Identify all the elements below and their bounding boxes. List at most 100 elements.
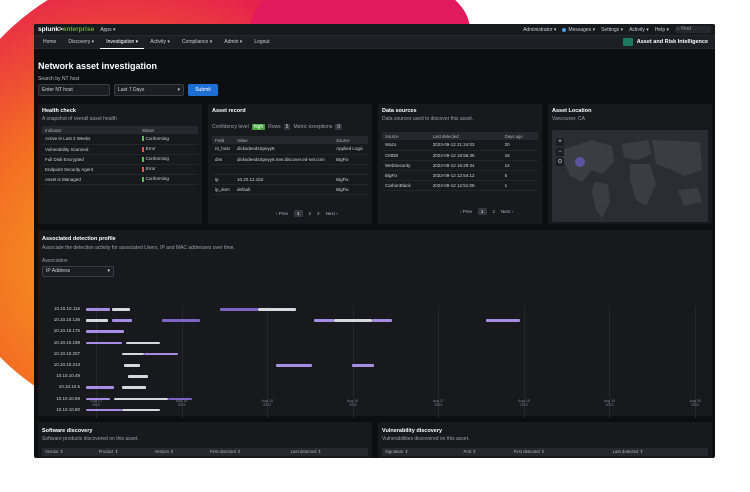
app-title: Asset and Risk Intelligence xyxy=(622,38,712,46)
col-header[interactable]: Field xyxy=(212,136,234,144)
page-button[interactable]: 1 xyxy=(294,210,303,217)
col-header[interactable]: Source xyxy=(333,136,368,144)
col-header[interactable]: First detected ⇕ xyxy=(206,448,288,456)
detection-bar[interactable] xyxy=(86,341,122,345)
field-cell xyxy=(212,164,234,175)
status-indicator xyxy=(142,156,144,162)
zoom-out-button[interactable]: − xyxy=(556,148,564,156)
table-row: Endpoint Security Agent Error xyxy=(42,164,198,175)
detection-bar[interactable] xyxy=(122,386,146,389)
detection-bar[interactable] xyxy=(126,341,160,345)
status-text: Conforming xyxy=(145,176,169,182)
days-ago-cell: 18 xyxy=(501,150,538,161)
last-detected-cell: 2023-09-12 16:56:35 xyxy=(429,150,502,161)
value-cell xyxy=(233,164,334,175)
settings-menu[interactable]: Settings ▾ xyxy=(601,27,623,33)
nav-admin[interactable]: Admin ▾ xyxy=(218,36,248,49)
splunk-logo[interactable]: splunk>enterprise xyxy=(38,26,94,33)
detection-bar[interactable] xyxy=(486,319,520,322)
table-row: BigFix 2023-09-12 12:54:12 5 xyxy=(382,170,538,181)
detection-bar[interactable] xyxy=(144,352,178,356)
detection-bar[interactable] xyxy=(114,397,168,401)
detection-bar[interactable] xyxy=(128,375,148,378)
col-header[interactable]: Status xyxy=(139,126,198,134)
metric-label: Metric exceptions xyxy=(293,124,333,130)
submit-button[interactable]: Submit xyxy=(188,84,218,96)
find-input[interactable]: ⌕ Find xyxy=(675,26,711,33)
col-header[interactable]: Last detected ⇕ xyxy=(609,448,708,456)
detection-bar[interactable] xyxy=(86,386,114,389)
nt-host-input[interactable]: Enter NT host xyxy=(38,84,110,96)
detection-bar[interactable] xyxy=(258,308,296,311)
asset-record-panel: Asset record Confidency level high Rows 5 … xyxy=(208,104,372,224)
col-header[interactable]: Vendor ⇕ xyxy=(42,448,96,456)
health-check-panel: Health check A snapshot of overall asset… xyxy=(38,104,202,224)
help-menu[interactable]: Help ▾ xyxy=(655,27,669,33)
ip-row-label: 10.10.10.136 xyxy=(53,317,80,323)
col-header[interactable]: Value xyxy=(233,136,334,144)
ip-row-label: 10.10.10.49 xyxy=(56,373,80,379)
detection-bar[interactable] xyxy=(122,408,160,412)
messages-menu[interactable]: Messages ▾ xyxy=(562,27,595,33)
page-button[interactable]: 1 xyxy=(478,208,487,215)
col-header[interactable]: Signature ⇕ xyxy=(382,448,461,456)
col-header[interactable]: Port ⇕ xyxy=(460,448,511,456)
col-header[interactable]: Days ago xyxy=(501,132,538,140)
metric-chip[interactable]: 0 xyxy=(335,124,343,130)
col-header[interactable]: Indicator xyxy=(42,126,140,134)
time-range-dropdown[interactable]: Last 7 Days ▾ xyxy=(114,84,184,96)
zoom-in-button[interactable]: + xyxy=(556,138,564,146)
last-detected-cell: 2023-09-12 21:24:03 xyxy=(429,140,502,151)
locate-button[interactable]: ⊙ xyxy=(556,158,564,166)
prev-button[interactable]: ‹ Prev xyxy=(276,211,288,216)
detection-bar[interactable] xyxy=(162,319,200,322)
detection-bar[interactable] xyxy=(372,319,392,322)
nav-compliance[interactable]: Compliance ▾ xyxy=(176,36,218,49)
page-button[interactable]: 2 xyxy=(309,211,312,216)
detection-bar[interactable] xyxy=(334,319,372,322)
col-header[interactable]: Last detected xyxy=(429,132,502,140)
detection-bar[interactable] xyxy=(86,408,122,412)
detection-bar[interactable] xyxy=(168,397,192,401)
asset-filters: Confidency level high Rows 5 Metric except… xyxy=(212,124,343,130)
detection-bar[interactable] xyxy=(112,308,130,311)
page-title: Network asset investigation xyxy=(38,61,158,71)
col-header[interactable]: Version ⇕ xyxy=(151,448,207,456)
confidence-chip[interactable]: high xyxy=(251,124,266,130)
tick-year: 2023 xyxy=(92,403,100,407)
x-tick-label: Aug 17 2023 xyxy=(428,399,448,407)
col-header[interactable]: Product ⇕ xyxy=(95,448,152,456)
col-header[interactable]: Source xyxy=(382,132,430,140)
status-indicator xyxy=(142,166,144,172)
panel-title: Asset record xyxy=(212,108,246,114)
activity-menu[interactable]: Activity ▾ xyxy=(629,27,649,33)
nav-logout[interactable]: Logout xyxy=(248,36,275,49)
next-button[interactable]: Next › xyxy=(326,211,338,216)
detection-bar[interactable] xyxy=(86,308,110,311)
world-map[interactable]: + − ⊙ xyxy=(552,130,708,222)
rows-chip[interactable]: 5 xyxy=(283,124,291,130)
nav-activity[interactable]: Activity ▾ xyxy=(144,36,176,49)
col-header[interactable]: First detected ⇕ xyxy=(510,448,610,456)
association-dropdown[interactable]: IP Address ▾ xyxy=(42,266,114,277)
detection-bar[interactable] xyxy=(86,319,108,322)
col-header[interactable]: Last detected ⇕ xyxy=(287,448,368,456)
detection-bar[interactable] xyxy=(220,308,258,311)
admin-menu[interactable]: Administrator ▾ xyxy=(523,27,556,33)
nav-home[interactable]: Home xyxy=(37,36,62,49)
page-button[interactable]: 3 xyxy=(317,211,320,216)
detection-bar[interactable] xyxy=(314,319,334,322)
detection-bar[interactable] xyxy=(86,397,110,401)
nav-discovery[interactable]: Discovery ▾ xyxy=(62,36,100,49)
prev-button[interactable]: ‹ Prev xyxy=(460,209,472,214)
apps-menu[interactable]: Apps ▾ xyxy=(100,27,115,33)
page-button[interactable]: 2 xyxy=(493,209,496,214)
next-button[interactable]: Next › xyxy=(501,209,513,214)
detection-bar[interactable] xyxy=(124,364,140,367)
detection-bar[interactable] xyxy=(276,364,312,367)
detection-bar[interactable] xyxy=(352,364,374,367)
detection-bar[interactable] xyxy=(112,319,132,322)
detection-bar[interactable] xyxy=(86,330,124,333)
nav-investigation[interactable]: Investigation ▾ xyxy=(100,36,145,49)
detection-bar[interactable] xyxy=(122,352,144,356)
